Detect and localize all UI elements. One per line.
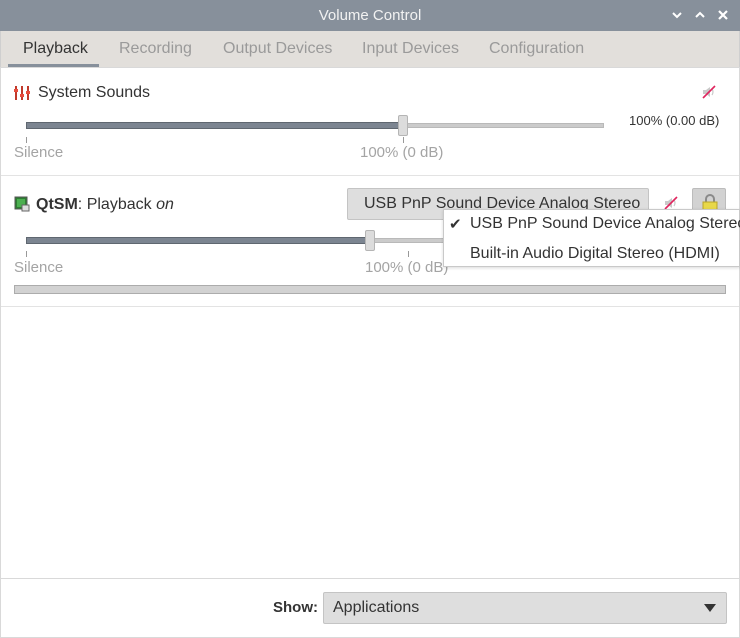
volume-slider-fill [26, 237, 370, 244]
scale-tick-silence [26, 137, 27, 143]
show-filter-dropdown[interactable]: Applications [323, 592, 727, 624]
divider [1, 175, 739, 176]
volume-readout: 100% (0.00 dB) [629, 113, 720, 128]
window-title: Volume Control [318, 7, 422, 24]
divider [1, 306, 739, 307]
menu-item-hdmi[interactable]: Built-in Audio Digital Stereo (HDMI) [470, 245, 720, 263]
stream-description: Playback [86, 196, 152, 213]
volume-slider-handle[interactable] [398, 115, 408, 136]
volume-slider-fill [26, 122, 403, 129]
tab-playback[interactable]: Playback [23, 40, 88, 58]
tab-input-devices[interactable]: Input Devices [362, 40, 459, 58]
scale-label-silence: Silence [14, 259, 64, 276]
stream-title: QtSM: Playback on [36, 196, 174, 214]
show-label: Show: [273, 599, 318, 616]
tab-bar: Playback Recording Output Devices Input … [0, 31, 740, 67]
title-bar: Volume Control [0, 0, 740, 31]
scale-label-silence: Silence [14, 144, 64, 161]
muted-speaker-icon [702, 85, 716, 99]
minimize-icon[interactable] [670, 8, 684, 22]
close-icon[interactable] [716, 8, 730, 22]
application-icon [14, 196, 30, 217]
show-filter-value: Applications [333, 599, 420, 616]
scale-tick-100 [408, 251, 409, 257]
scale-label-100: 100% (0 dB) [360, 144, 444, 161]
equalizer-icon [14, 85, 32, 106]
device-dropdown-menu: ✔ USB PnP Sound Device Analog Stereo Bui… [443, 209, 740, 267]
scale-tick-silence [26, 251, 27, 257]
app-name: QtSM [36, 196, 78, 213]
chevron-down-icon [704, 604, 716, 612]
stream-state: on [156, 196, 174, 213]
volume-slider-handle[interactable] [365, 230, 375, 251]
footer-bar: Show: Applications [0, 578, 740, 638]
tab-output-devices[interactable]: Output Devices [223, 40, 332, 58]
check-icon: ✔ [449, 216, 462, 233]
mute-toggle[interactable] [701, 84, 717, 105]
stream-name: System Sounds [38, 84, 151, 101]
title-separator: : [77, 196, 83, 213]
tab-recording[interactable]: Recording [119, 40, 192, 58]
maximize-icon[interactable] [693, 8, 707, 22]
scale-label-100: 100% (0 dB) [365, 259, 449, 276]
scale-tick-100 [403, 137, 404, 143]
peak-level-meter [14, 285, 726, 294]
tab-configuration[interactable]: Configuration [489, 40, 584, 58]
menu-item-usb-pnp[interactable]: USB PnP Sound Device Analog Stereo [470, 215, 740, 233]
